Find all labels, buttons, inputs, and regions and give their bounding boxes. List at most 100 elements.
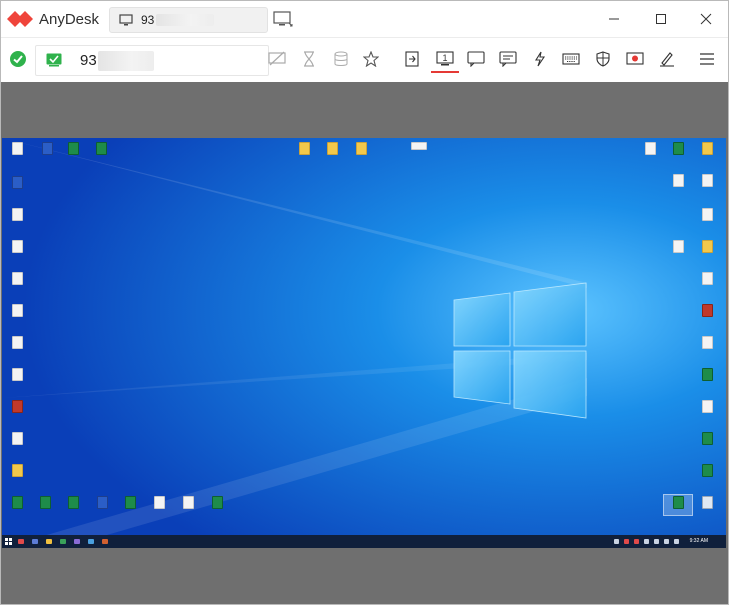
spreadsheet-icon [701,432,713,445]
chat-button[interactable] [466,49,486,69]
minimize-button[interactable] [591,1,637,37]
taskbar-app-icon[interactable] [60,539,66,544]
monitor-select-button[interactable]: 1 [435,49,455,69]
hourglass-icon [304,51,314,67]
record-button[interactable] [625,49,645,69]
tray-icon[interactable] [654,539,659,544]
permissions-button[interactable] [593,49,613,69]
close-button[interactable] [683,1,728,37]
session-tab[interactable]: 93 [109,7,268,33]
database-button[interactable] [331,49,351,69]
whiteboard-button[interactable] [657,49,677,69]
check-circle-icon [10,51,26,67]
remote-desktop[interactable]: 9:32 AM [2,138,726,548]
desktop-icon[interactable] [635,142,665,155]
desktop-icon[interactable] [2,464,32,477]
desktop-icon[interactable] [663,174,693,187]
taskbar-app-icon[interactable] [18,539,24,544]
tray-icon[interactable] [644,539,649,544]
tray-icon[interactable] [634,539,639,544]
favorite-button[interactable] [361,49,381,69]
desktop-icon[interactable] [692,304,722,317]
file-transfer-button[interactable] [402,49,422,69]
desktop-icon[interactable] [173,496,203,509]
desktop-icon[interactable] [692,400,722,413]
tray-icon[interactable] [624,539,629,544]
desktop-icon[interactable] [692,368,722,381]
taskbar-clock[interactable]: 9:32 AM [690,538,708,544]
taskbar-app-icon[interactable] [32,539,38,544]
file-icon [701,400,713,413]
desktop-icon[interactable] [692,464,722,477]
close-icon [700,13,712,25]
desktop-icon[interactable] [692,432,722,445]
spreadsheet-icon [672,496,684,509]
folder-icon [298,142,310,155]
monitor-number: 1 [442,53,447,63]
spreadsheet-icon [672,142,684,155]
taskbar-app-icon[interactable] [46,539,52,544]
recycle-bin-icon [701,496,713,509]
taskbar-app-icon[interactable] [102,539,108,544]
desktop-icon[interactable] [58,142,88,155]
desktop-icon[interactable] [317,142,347,155]
desktop-icon[interactable] [692,208,722,221]
desktop-icon[interactable] [2,208,32,221]
desktop-icon[interactable] [2,142,32,155]
windows-start-icon[interactable] [5,538,12,545]
maximize-button[interactable] [638,1,684,37]
keyboard-button[interactable] [561,49,581,69]
hide-screen-button[interactable] [267,49,287,69]
desktop-icon[interactable] [692,142,722,155]
taskbar-app-icon[interactable] [74,539,80,544]
main-menu-button[interactable] [697,49,717,69]
desktop-icon[interactable] [2,240,32,253]
recycle-bin[interactable] [692,496,722,509]
address-field[interactable]: 93 [35,45,269,76]
desktop-icon[interactable] [30,496,60,509]
taskbar-app-icon[interactable] [88,539,94,544]
desktop-icon[interactable] [2,272,32,285]
file-icon [11,432,23,445]
desktop-icon[interactable] [144,496,174,509]
document-icon [96,496,108,509]
desktop-icon[interactable] [404,142,434,150]
desktop-icon[interactable] [115,496,145,509]
anydesk-window: AnyDesk 93 93 1 9:32 AM [0,0,729,605]
remote-viewport[interactable]: 9:32 AM [1,82,728,604]
new-session-button[interactable] [273,11,293,33]
file-icon [672,174,684,187]
desktop-icon[interactable] [2,368,32,381]
redacted-address-blur [97,50,154,71]
desktop-icon[interactable] [2,400,32,413]
app-icon [701,304,713,317]
desktop-icon[interactable] [86,142,116,155]
desktop-icon[interactable] [58,496,88,509]
active-tab-underline [431,71,459,73]
menu-icon [700,53,714,65]
desktop-icon[interactable] [692,272,722,285]
tray-icon[interactable] [664,539,669,544]
tray-icon[interactable] [614,539,619,544]
desktop-icon[interactable] [346,142,376,155]
desktop-icon[interactable] [663,240,693,253]
desktop-icon[interactable] [663,496,693,509]
messages-button[interactable] [498,49,518,69]
desktop-icon[interactable] [663,142,693,155]
desktop-icon[interactable] [692,336,722,349]
desktop-icon[interactable] [289,142,319,155]
desktop-icon[interactable] [2,432,32,445]
folder-icon [11,464,23,477]
file-icon [11,142,23,155]
wait-button[interactable] [299,49,319,69]
desktop-icon[interactable] [2,304,32,317]
desktop-icon[interactable] [2,496,32,509]
desktop-icon[interactable] [87,496,117,509]
desktop-icon[interactable] [692,174,722,187]
actions-button[interactable] [530,49,550,69]
desktop-icon[interactable] [2,176,32,189]
desktop-icon[interactable] [202,496,232,509]
tray-icon[interactable] [674,539,679,544]
desktop-icon[interactable] [692,240,722,253]
desktop-icon[interactable] [2,336,32,349]
